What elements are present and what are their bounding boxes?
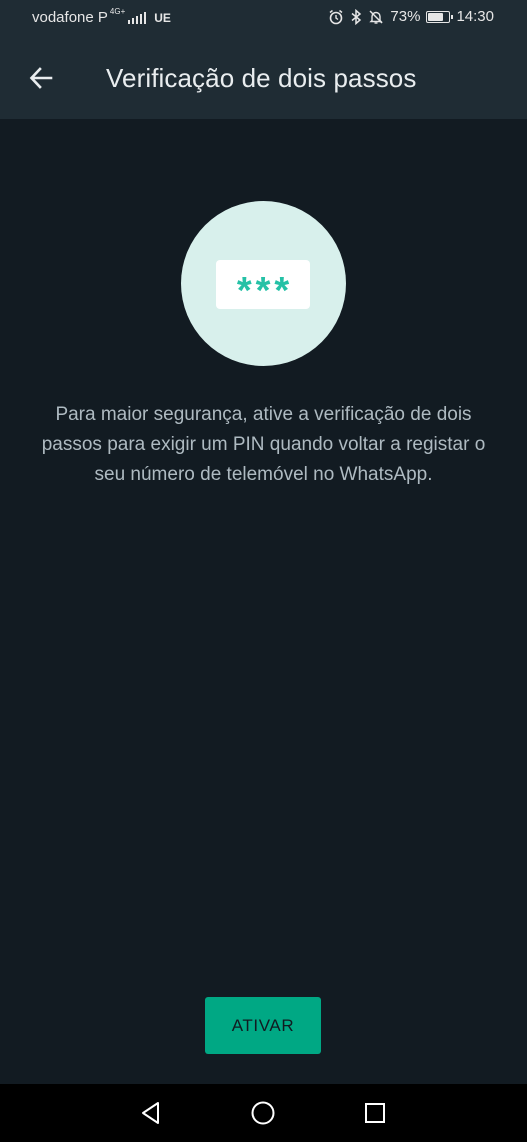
nav-recents-button[interactable]: [362, 1100, 388, 1126]
signal-strength-icon: [128, 11, 147, 24]
bell-off-icon: [369, 9, 384, 24]
page-title: Verificação de dois passos: [106, 63, 417, 93]
back-button[interactable]: [22, 59, 60, 97]
battery-percent: 73%: [390, 8, 421, 25]
description-text: Para maior segurança, ative a verificaçã…: [41, 404, 486, 485]
battery-icon: [426, 10, 454, 23]
pin-mask-text: ***: [236, 270, 294, 312]
arrow-left-icon: [29, 67, 53, 89]
carrier-label: vodafone P: [32, 9, 108, 26]
clock: 14:30: [456, 8, 494, 25]
alarm-icon: [329, 9, 343, 24]
network-type-label: 4G+: [109, 6, 126, 16]
recents-square-icon: [365, 1103, 385, 1123]
nav-back-button[interactable]: [138, 1100, 164, 1126]
status-left: vodafone P 4G+ UE: [32, 6, 171, 26]
activate-button[interactable]: ATIVAR: [205, 997, 321, 1054]
pin-illustration: ***: [181, 201, 346, 366]
back-triangle-icon: [142, 1102, 159, 1124]
secondary-network-label: UE: [154, 10, 171, 25]
status-right: 73% 14:30: [328, 8, 494, 25]
nav-home-button[interactable]: [250, 1100, 276, 1126]
bluetooth-icon: [351, 8, 362, 25]
home-circle-icon: [251, 1101, 275, 1125]
pin-card: ***: [216, 260, 310, 312]
app-bar: Verificação de dois passos: [0, 37, 527, 119]
navigation-bar: [0, 1084, 527, 1142]
status-bar: vodafone P 4G+ UE 73% 14:30: [0, 0, 527, 37]
